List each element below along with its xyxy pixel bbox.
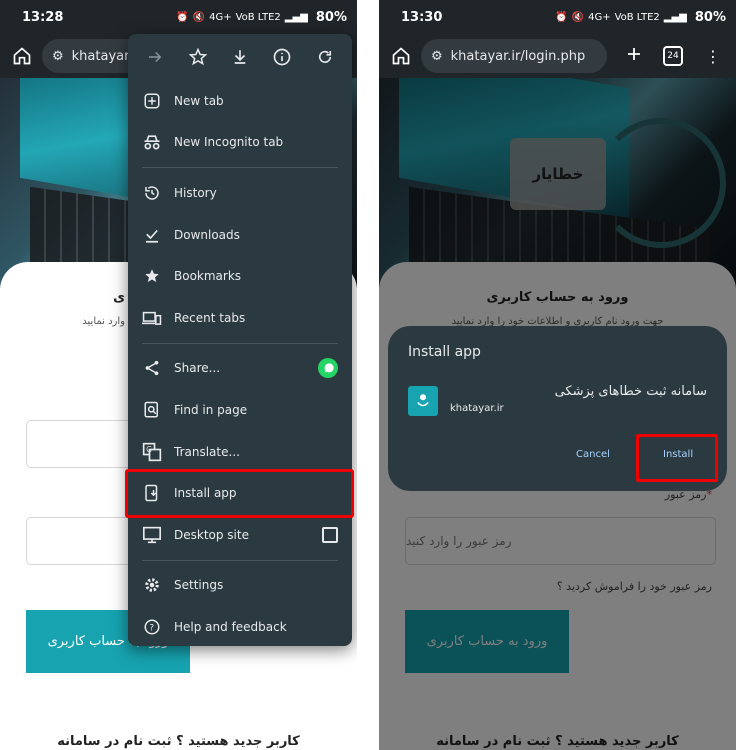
incognito-icon	[142, 132, 162, 152]
app-domain: khatayar.ir	[450, 403, 504, 414]
star-filled-icon	[142, 266, 162, 286]
star-icon[interactable]	[186, 45, 210, 69]
overflow-menu-icon[interactable]: ⋮	[705, 47, 721, 66]
url-text: khatayar.ir/login.php	[450, 48, 586, 64]
menu-item-label: Translate...	[174, 444, 240, 459]
battery-level: 80%	[694, 9, 726, 25]
help-icon: ?	[142, 617, 162, 637]
left-screenshot: 13:28 ⏰ 🔇 4G+ VoB LTE2 ▂▄▆ 80% ⚙ khataya…	[0, 0, 357, 750]
cancel-button[interactable]: Cancel	[576, 449, 610, 460]
menu-item-share[interactable]: Share...	[128, 348, 352, 390]
page-subtitle-fragment: وارد نمایید	[82, 316, 125, 327]
register-link[interactable]: کاربر جدید هستید ؟ ثبت نام در سامانه	[0, 734, 357, 749]
new-tab-icon[interactable]	[625, 45, 643, 67]
forward-icon[interactable]	[143, 45, 167, 69]
menu-item-history[interactable]: History	[128, 172, 352, 214]
whatsapp-icon[interactable]	[318, 358, 338, 379]
status-time: 13:30	[401, 9, 443, 25]
menu-item-find-in-page[interactable]: Find in page	[128, 389, 352, 431]
menu-item-settings[interactable]: Settings	[128, 565, 352, 607]
battery-level: 80%	[315, 9, 347, 25]
network-label: VoB LTE2	[614, 11, 660, 23]
signal-bars-icon: ▂▄▆	[663, 11, 687, 23]
find-icon	[142, 400, 162, 420]
gear-icon	[142, 575, 162, 595]
signal-label: 4G+	[209, 11, 232, 23]
menu-item-help[interactable]: ? Help and feedback	[128, 606, 352, 648]
status-time: 13:28	[22, 9, 64, 25]
dialog-title: Install app	[408, 344, 481, 360]
share-icon	[142, 358, 162, 378]
menu-divider	[142, 167, 338, 169]
menu-item-label: Help and feedback	[174, 619, 287, 634]
check-download-icon	[142, 225, 162, 245]
menu-item-label: Desktop site	[174, 527, 249, 542]
right-screenshot: 13:30 ⏰ 🔇 4G+ VoB LTE2 ▂▄▆ 80% ⚙ khataya…	[379, 0, 736, 750]
desktop-site-checkbox[interactable]	[322, 526, 338, 543]
plus-box-icon	[142, 91, 162, 111]
site-settings-icon[interactable]: ⚙	[52, 49, 64, 64]
monitor-icon	[142, 525, 162, 545]
menu-item-label: Find in page	[174, 402, 248, 417]
mute-icon: 🔇	[192, 11, 206, 23]
menu-item-recent-tabs[interactable]: Recent tabs	[128, 297, 352, 339]
chrome-overflow-menu: New tab New Incognito tab History Downlo…	[128, 34, 352, 646]
menu-item-translate[interactable]: G Translate...	[128, 431, 352, 473]
browser-toolbar: ⚙ khatayar.ir/login.php 24 ⋮	[379, 34, 736, 78]
status-bar: 13:30 ⏰ 🔇 4G+ VoB LTE2 ▂▄▆ 80%	[379, 0, 736, 34]
app-icon	[408, 386, 438, 416]
menu-item-label: Settings	[174, 578, 224, 593]
tab-switcher-button[interactable]: 24	[663, 46, 683, 66]
install-app-highlight	[125, 469, 354, 518]
menu-item-label: Downloads	[174, 227, 240, 242]
home-icon[interactable]	[8, 42, 36, 70]
alarm-icon: ⏰	[176, 11, 189, 23]
status-bar: 13:28 ⏰ 🔇 4G+ VoB LTE2 ▂▄▆ 80%	[0, 0, 357, 34]
menu-item-downloads[interactable]: Downloads	[128, 214, 352, 256]
info-icon[interactable]	[270, 45, 294, 69]
alarm-icon: ⏰	[555, 11, 568, 23]
menu-item-label: Recent tabs	[174, 310, 246, 325]
menu-divider	[142, 559, 338, 561]
translate-icon: G	[142, 442, 162, 462]
menu-item-new-tab[interactable]: New tab	[128, 80, 352, 122]
svg-text:?: ?	[149, 623, 154, 633]
site-settings-icon[interactable]: ⚙	[431, 49, 443, 64]
status-icons: ⏰ 🔇 4G+ VoB LTE2 ▂▄▆ 80%	[176, 10, 347, 25]
signal-bars-icon: ▂▄▆	[284, 11, 308, 23]
menu-top-row	[128, 34, 352, 80]
app-name: سامانه ثبت خطاهای پزشکی	[554, 384, 707, 399]
site-logo: خطایار	[510, 138, 606, 210]
refresh-icon[interactable]	[313, 45, 337, 69]
network-label: VoB LTE2	[235, 11, 281, 23]
history-icon	[142, 183, 162, 203]
menu-item-desktop-site[interactable]: Desktop site	[128, 514, 352, 556]
mute-icon: 🔇	[571, 11, 585, 23]
url-bar[interactable]: ⚙ khatayar.ir/login.php	[421, 39, 607, 73]
menu-item-incognito[interactable]: New Incognito tab	[128, 122, 352, 164]
menu-divider	[142, 342, 338, 344]
menu-item-label: New tab	[174, 93, 224, 108]
install-button-highlight	[636, 434, 718, 482]
devices-icon	[142, 308, 162, 328]
status-icons: ⏰ 🔇 4G+ VoB LTE2 ▂▄▆ 80%	[555, 10, 726, 25]
menu-item-label: Bookmarks	[174, 269, 242, 284]
signal-label: 4G+	[588, 11, 611, 23]
menu-item-bookmarks[interactable]: Bookmarks	[128, 255, 352, 297]
menu-item-label: New Incognito tab	[174, 135, 284, 150]
menu-item-label: History	[174, 185, 217, 200]
download-icon[interactable]	[228, 45, 252, 69]
svg-text:G: G	[146, 445, 152, 454]
home-icon[interactable]	[387, 42, 415, 70]
page-title-fragment: ی	[113, 290, 125, 305]
menu-item-label: Share...	[174, 361, 221, 376]
